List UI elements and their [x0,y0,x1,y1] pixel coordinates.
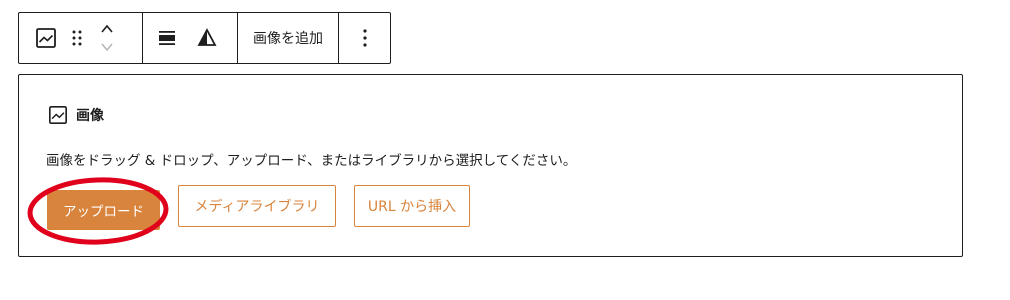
move-down-icon[interactable] [99,40,115,54]
options-group [339,13,390,63]
placeholder-title-text: 画像 [76,108,104,124]
block-switcher-group [19,13,143,63]
duotone-filter-icon[interactable] [197,28,217,48]
media-library-button[interactable]: メディアライブラリ [178,185,336,227]
placeholder-instructions: 画像をドラッグ & ドロップ、アップロード、またはライブラリから選択してください… [46,153,577,169]
image-placeholder: 画像 画像をドラッグ & ドロップ、アップロード、またはライブラリから選択してく… [18,74,963,257]
block-controls-group [143,13,238,63]
mover-controls [99,22,115,54]
more-options-icon[interactable] [362,28,368,48]
add-image-group: 画像を追加 [238,13,339,63]
image-icon [48,105,68,125]
placeholder-title: 画像 [48,105,104,125]
drag-handle-icon[interactable] [71,29,83,47]
add-image-button[interactable]: 画像を追加 [253,28,323,48]
block-toolbar: 画像を追加 [18,12,391,64]
move-up-icon[interactable] [99,22,115,36]
insert-from-url-button[interactable]: URL から挿入 [354,185,470,227]
upload-button[interactable]: アップロード [47,190,160,230]
align-icon[interactable] [157,28,177,48]
image-icon[interactable] [35,27,57,49]
